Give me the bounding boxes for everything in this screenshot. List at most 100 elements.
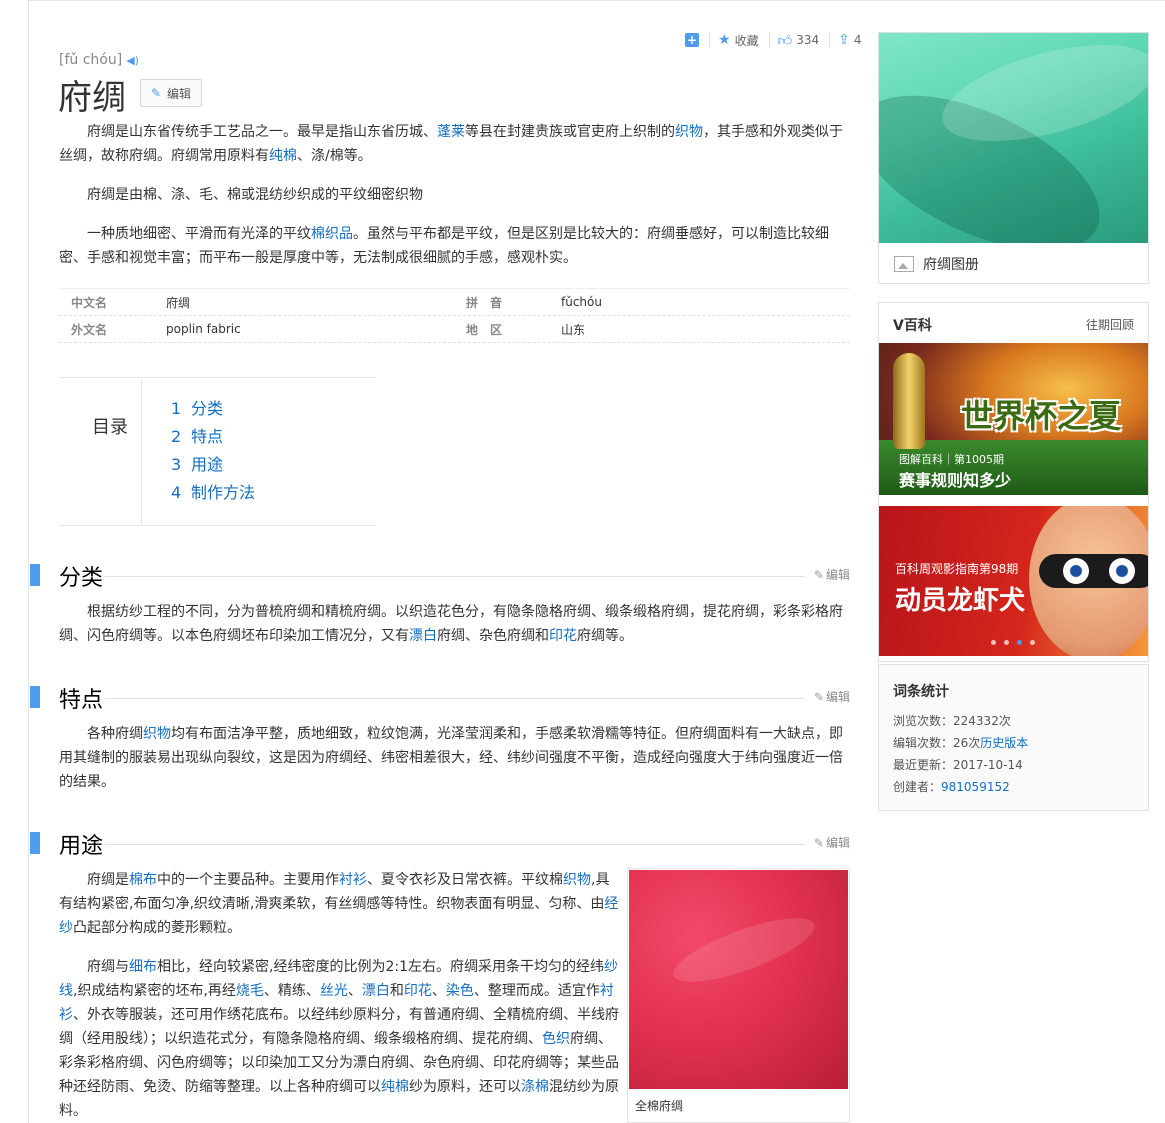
worldcup-banner[interactable]: 世界杯之夏 图解百科｜第1005期 赛事规则知多少 (879, 343, 1148, 495)
edit-label: 编辑 (167, 86, 192, 101)
link-chenshan[interactable]: 衬衫 (339, 872, 367, 888)
link-penglai[interactable]: 蓬莱 (437, 124, 465, 140)
stat-label: 编辑次数： (893, 736, 954, 750)
section-marker (30, 686, 40, 708)
carousel-dot[interactable] (991, 640, 996, 645)
link-siguang[interactable]: 丝光 (320, 983, 348, 999)
content-frame-left-border (28, 0, 29, 1123)
link-shaomao[interactable]: 烧毛 (236, 983, 264, 999)
link-yinhua[interactable]: 印花 (549, 628, 577, 644)
figure-caption: 全棉府绸 (635, 1099, 684, 1113)
info-value: fǔchóu (561, 295, 602, 309)
info-key: 中文名 (71, 295, 108, 310)
stats-title: 词条统计 (893, 684, 949, 700)
pencil-icon: ✎ (813, 568, 824, 582)
section-paragraph: 府绸与细布相比，经向较紧密,经纬密度的比例为2:1左右。府绸采用条干均匀的经纬纱… (59, 955, 623, 1123)
text-span: 中的一个主要品种。主要用作 (157, 872, 339, 888)
text-span: 等县在封建贵族或官吏府上织制的 (465, 124, 675, 140)
info-value: 府绸 (166, 295, 191, 310)
carousel-dot[interactable] (1030, 640, 1035, 645)
edit-label: 编辑 (825, 836, 850, 850)
pinyin-text: [fǔ chóu] (59, 52, 123, 68)
text-span: 、 (431, 983, 446, 999)
add-button[interactable]: + (685, 33, 699, 47)
carousel-dot[interactable] (1004, 640, 1009, 645)
entry-album[interactable]: 府绸图册 (878, 32, 1149, 284)
edit-entry-button[interactable]: ✎ 编辑 (140, 79, 202, 107)
speaker-icon[interactable]: ◀) (126, 54, 139, 67)
text-span: 府绸与 (87, 959, 129, 975)
toc-number: 4 (171, 483, 182, 502)
text-span: 相比，经向较紧密,经纬密度的比例为2:1左右。府绸采用条干均匀的经纬 (157, 959, 604, 975)
entry-toolbar: + ★ 收藏 👍︎ 334 ⇪ 4 (685, 30, 872, 50)
carousel-dot-active[interactable] (1017, 640, 1022, 645)
stats-views: 浏览次数：224332次 (893, 712, 1011, 729)
text-span: ,织成结构紧密的坯布,再经 (73, 983, 236, 999)
link-sezhi[interactable]: 色织 (542, 1031, 570, 1047)
link-xibu[interactable]: 细布 (129, 959, 157, 975)
text-span: 纱为原料，还可以 (409, 1079, 521, 1095)
link-zhiwu[interactable]: 织物 (563, 872, 591, 888)
favorite-button[interactable]: ★ 收藏 (718, 32, 759, 49)
toc-number: 3 (171, 455, 182, 474)
section-paragraph: 府绸是棉布中的一个主要品种。主要用作衬衫、夏令衣衫及日常衣裤。平纹棉织物,具有结… (59, 868, 623, 940)
section-rule (105, 698, 805, 699)
creator-link[interactable]: 981059152 (941, 780, 1010, 794)
section-edit-button[interactable]: ✎ 编辑 (814, 566, 850, 583)
section-title: 用途 (59, 834, 104, 859)
link-piaobai[interactable]: 漂白 (362, 983, 390, 999)
plus-icon: + (685, 33, 699, 47)
text-span: 和 (389, 983, 404, 999)
carousel-dots (991, 640, 1043, 645)
section-rule (105, 576, 805, 577)
text-span: 、外衣等服装，还可用作绣花底布。以经纬纱原料分，有普通府绸、全精梳府绸、半线府绸… (59, 1007, 619, 1047)
edit-label: 编辑 (825, 690, 850, 704)
link-chunmian[interactable]: 纯棉 (381, 1079, 409, 1095)
share-button[interactable]: ⇪ 4 (838, 32, 861, 48)
stats-creator: 创建者：981059152 (893, 778, 1010, 795)
gallery-icon (894, 256, 914, 272)
link-yinhua[interactable]: 印花 (404, 983, 432, 999)
cartoon-eye (1109, 558, 1135, 584)
basic-info-table: 中文名 府绸 拼音 fǔchóu 外文名 poplin fabric 地区 山东 (59, 289, 850, 343)
section-edit-button[interactable]: ✎ 编辑 (814, 834, 850, 851)
toc-item-label: 特点 (191, 427, 224, 446)
text-span: 府绸是山东省传统手工艺品之一。最早是指山东省历城、 (87, 124, 437, 140)
green-fabric-image (879, 33, 1148, 243)
vbaike-panel: V百科 往期回顾 世界杯之夏 图解百科｜第1005期 赛事规则知多少 百科周观影… (878, 302, 1149, 662)
toc-item-fenlei[interactable]: 1 分类 (171, 395, 255, 423)
toc-item-label: 分类 (191, 399, 224, 418)
section-header-yongtu: 用途 ✎ 编辑 (30, 830, 850, 860)
link-mianzhipin[interactable]: 棉织品 (311, 226, 353, 242)
section-header-tedian: 特点 ✎ 编辑 (30, 684, 850, 714)
text-span: 各种府绸 (87, 726, 143, 742)
section-title: 特点 (59, 688, 104, 713)
toc-item-tedian[interactable]: 2 特点 (171, 423, 255, 451)
vbaike-archive-link[interactable]: 往期回顾 (1086, 316, 1134, 333)
toc-item-yongtu[interactable]: 3 用途 (171, 451, 255, 479)
section-figure[interactable]: 全棉府绸 (627, 868, 850, 1123)
link-zhiwu[interactable]: 织物 (675, 124, 703, 140)
link-mianbu[interactable]: 棉布 (129, 872, 157, 888)
toc-item-zhizuo[interactable]: 4 制作方法 (171, 479, 255, 507)
like-button[interactable]: 👍︎ 334 (778, 32, 820, 49)
link-dimian[interactable]: 涤棉 (521, 1079, 549, 1095)
album-label-text: 府绸图册 (923, 257, 979, 273)
info-row: 外文名 poplin fabric 地区 山东 (59, 316, 850, 343)
section-header-fenlei: 分类 ✎ 编辑 (30, 562, 850, 592)
section-edit-button[interactable]: ✎ 编辑 (814, 688, 850, 705)
stat-label: 创建者： (893, 780, 942, 794)
link-piaobai[interactable]: 漂白 (409, 628, 437, 644)
link-zhiwu[interactable]: 织物 (143, 726, 171, 742)
entry-pinyin: [fǔ chóu] ◀) (59, 52, 139, 68)
banner-headline: 世界杯之夏 (961, 397, 1122, 435)
stats-updated: 最近更新：2017-10-14 (893, 756, 1023, 773)
info-value: poplin fabric (166, 322, 241, 336)
pencil-icon: ✎ (813, 690, 824, 704)
text-span: 、精练、 (263, 983, 320, 999)
link-chunmian[interactable]: 纯棉 (269, 148, 297, 164)
link-ranse[interactable]: 染色 (446, 983, 474, 999)
movie-guide-banner[interactable]: 百科周观影指南第98期 动员龙虾犬 (879, 506, 1148, 656)
text-span: 、整理而成。适宜作 (473, 983, 600, 999)
history-version-link[interactable]: 历史版本 (980, 736, 1028, 750)
